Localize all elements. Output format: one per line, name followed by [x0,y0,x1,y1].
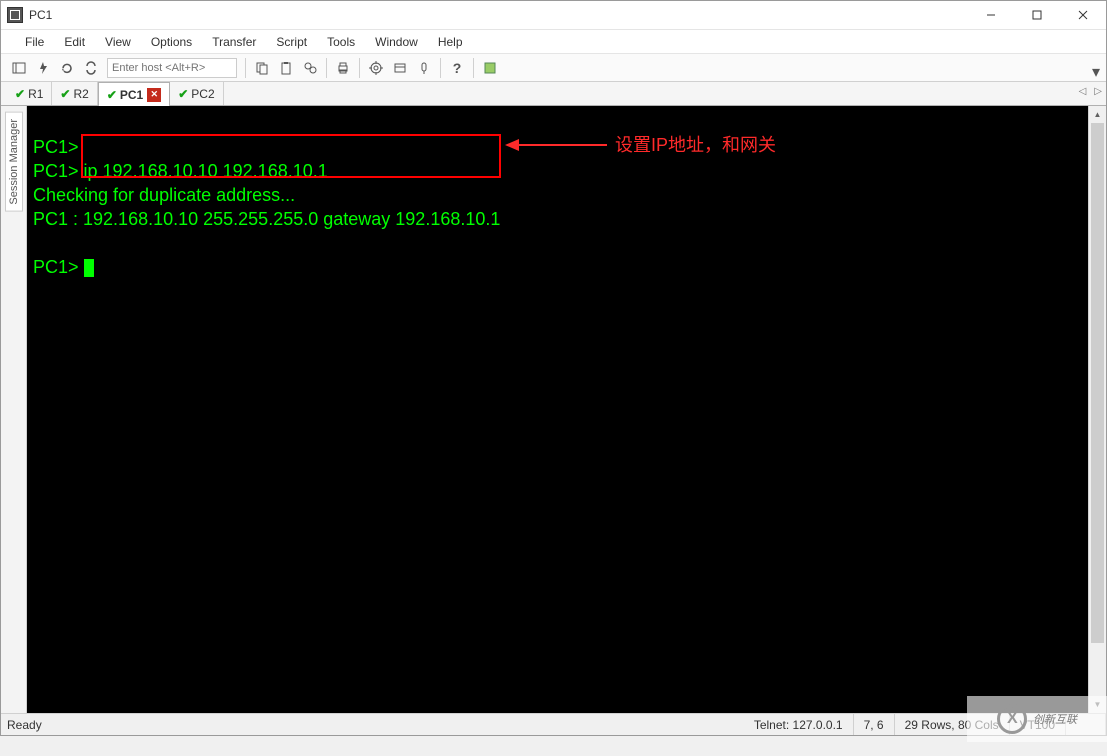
menu-view[interactable]: View [95,32,141,52]
tab-label: R2 [73,87,88,101]
find-icon[interactable] [299,57,321,79]
about-icon[interactable] [479,57,501,79]
status-spacer [1066,714,1106,735]
toolbar-separator [473,58,474,78]
terminal-cursor [84,259,94,277]
scroll-thumb[interactable] [1091,123,1104,643]
tab-scroll-left-icon[interactable]: ◁ [1079,86,1087,97]
session-manager-icon[interactable] [8,57,30,79]
maximize-button[interactable] [1014,1,1060,30]
close-button[interactable] [1060,1,1106,30]
session-options-icon[interactable] [389,57,411,79]
tab-pc1[interactable]: ✔PC1 ✕ [98,82,170,106]
scroll-track[interactable] [1089,123,1106,696]
check-icon: ✔ [107,88,117,102]
terminal-line: PC1> [33,257,84,277]
terminal-wrap: PC1> PC1> ip 192.168.10.10 192.168.10.1 … [27,106,1089,713]
vertical-scrollbar[interactable]: ▲ ▼ [1089,106,1106,713]
menu-help[interactable]: Help [428,32,473,52]
tab-r2[interactable]: ✔R2 [52,82,97,105]
statusbar: Ready Telnet: 127.0.0.1 7, 6 29 Rows, 80… [1,713,1106,735]
terminal-line: PC1> ip 192.168.10.10 192.168.10.1 [33,161,328,181]
reconnect-icon[interactable] [56,57,78,79]
toolbar-separator [440,58,441,78]
status-ready: Ready [1,718,744,732]
tab-r1[interactable]: ✔R1 [7,82,52,105]
copy-icon[interactable] [251,57,273,79]
menu-transfer[interactable]: Transfer [202,32,266,52]
window-title: PC1 [29,8,52,22]
minimize-button[interactable] [968,1,1014,30]
status-emulation: VT100 [1010,714,1066,735]
app-window: PC1 File Edit View Options Transfer Scri… [0,0,1107,736]
check-icon: ✔ [15,87,25,101]
menubar: File Edit View Options Transfer Script T… [1,30,1106,54]
status-size: 29 Rows, 80 Cols [895,714,1010,735]
toolbar-overflow-icon[interactable]: ▾ [1092,62,1102,72]
menu-script[interactable]: Script [266,32,317,52]
toolbar-separator [245,58,246,78]
session-tabs: ✔R1 ✔R2 ✔PC1✕ ✔PC2 ◁ ▷ [1,82,1106,106]
toolbar: ? ▾ [1,54,1106,82]
app-icon [7,7,23,23]
arrow-line [517,144,607,146]
tab-label: PC1 [120,88,143,102]
paste-icon[interactable] [275,57,297,79]
tab-scroll: ◁ ▷ [1079,86,1102,97]
annotation-text: 设置IP地址，和网关 [615,134,776,156]
main-area: Session Manager PC1> PC1> ip 192.168.10.… [1,106,1106,713]
tab-label: R1 [28,87,43,101]
arrow-head-icon [505,139,519,151]
menu-window[interactable]: Window [365,32,428,52]
menu-tools[interactable]: Tools [317,32,365,52]
print-icon[interactable] [332,57,354,79]
status-connection: Telnet: 127.0.0.1 [744,714,854,735]
settings-icon[interactable] [365,57,387,79]
check-icon: ✔ [178,87,188,101]
keymap-icon[interactable] [413,57,435,79]
menu-options[interactable]: Options [141,32,202,52]
sidebar: Session Manager [1,106,27,713]
menu-file[interactable]: File [15,32,54,52]
scroll-down-icon[interactable]: ▼ [1089,696,1106,713]
status-cursor: 7, 6 [854,714,895,735]
quick-connect-icon[interactable] [32,57,54,79]
help-icon[interactable]: ? [446,57,468,79]
toolbar-separator [359,58,360,78]
check-icon: ✔ [60,87,70,101]
session-manager-tab[interactable]: Session Manager [5,112,23,212]
scroll-up-icon[interactable]: ▲ [1089,106,1106,123]
disconnect-icon[interactable] [80,57,102,79]
terminal[interactable]: PC1> PC1> ip 192.168.10.10 192.168.10.1 … [27,106,1088,713]
toolbar-separator [326,58,327,78]
terminal-line: PC1> [33,137,79,157]
tab-label: PC2 [191,87,214,101]
close-tab-icon[interactable]: ✕ [147,88,161,102]
tab-scroll-right-icon[interactable]: ▷ [1094,86,1102,97]
window-controls [968,1,1106,30]
tab-pc2[interactable]: ✔PC2 [170,82,223,105]
terminal-line: PC1 : 192.168.10.10 255.255.255.0 gatewa… [33,209,500,229]
titlebar: PC1 [1,1,1106,30]
terminal-line: Checking for duplicate address... [33,185,295,205]
host-input[interactable] [107,58,237,78]
menu-edit[interactable]: Edit [54,32,95,52]
